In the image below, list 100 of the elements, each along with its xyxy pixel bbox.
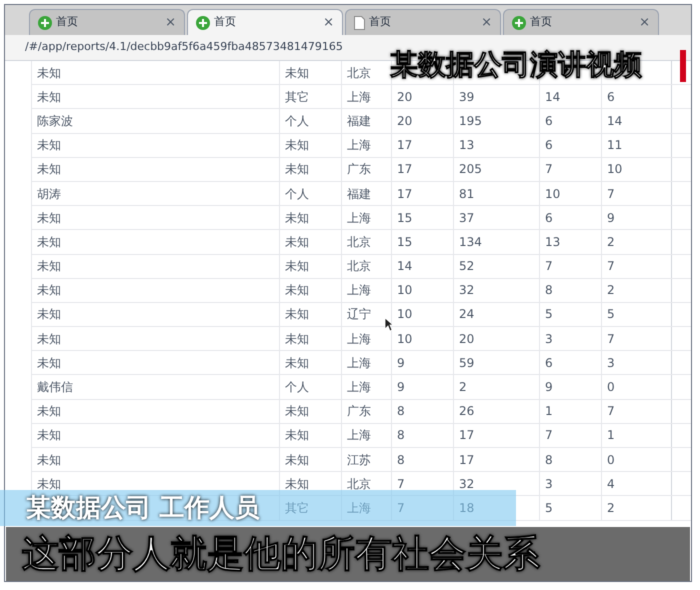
table-cell-text: 81 xyxy=(459,186,474,203)
table-cell-text: 未知 xyxy=(37,476,61,493)
table-cell-text: 17 xyxy=(397,161,412,178)
table-cell-text: 10 xyxy=(607,161,622,178)
table-cell-text: 7 xyxy=(545,258,553,276)
close-tab-button[interactable]: × xyxy=(481,12,492,32)
table-cell-text: 江苏 xyxy=(347,452,371,469)
plus-circle-icon xyxy=(512,16,526,30)
table-cell-text: 14 xyxy=(607,112,622,130)
table-cell-text: 17 xyxy=(459,427,474,444)
table-cell-text: 胡涛 xyxy=(37,186,61,203)
close-tab-button[interactable]: × xyxy=(639,12,650,32)
table-cell-text: 39 xyxy=(459,88,474,106)
table-cell-text: 个人 xyxy=(285,379,309,396)
table-cell-text: 32 xyxy=(459,476,474,493)
table-cell-text: 北京 xyxy=(347,476,371,493)
table-cell-text: 10 xyxy=(545,186,560,203)
table-cell-text: 1 xyxy=(545,403,553,420)
table-cell-text: 7 xyxy=(607,258,615,276)
table-cell-text: 北京 xyxy=(347,258,371,276)
table-cell-text: 3 xyxy=(545,476,553,493)
browser-tab[interactable]: 首页 × xyxy=(187,9,343,35)
table-cell-text: 未知 xyxy=(37,210,61,227)
table-cell-text: 7 xyxy=(397,500,405,517)
table-cell-text: 6 xyxy=(607,88,615,106)
table-cell-text: 2 xyxy=(607,282,615,300)
table-cell-text: 其它 xyxy=(285,88,309,106)
table-cell-text: 广东 xyxy=(347,403,371,420)
table-cell-text: 未知 xyxy=(285,258,309,276)
table-cell-text: 59 xyxy=(459,354,474,372)
close-tab-button[interactable]: × xyxy=(165,12,176,32)
table-cell-text: 未知 xyxy=(37,282,61,300)
table-cell-text: 未知 xyxy=(37,403,61,420)
table-cell-text: 戴伟信 xyxy=(37,379,73,396)
table-cell-text: 上海 xyxy=(347,210,371,227)
table-cell-text: 8 xyxy=(397,403,405,420)
table-cell-text: 15 xyxy=(397,234,412,251)
table-cell-text: 未知 xyxy=(37,161,61,178)
table-cell-text: 8 xyxy=(397,452,405,469)
table-cell-text: 20 xyxy=(459,330,474,348)
close-tab-button[interactable]: × xyxy=(323,12,334,32)
table-cell-text: 未知 xyxy=(285,476,309,493)
table-cell-text: 未知 xyxy=(37,64,61,82)
table-cell-text: 13 xyxy=(459,137,474,154)
speaker-caption: 某数据公司 工作人员 xyxy=(26,492,260,524)
table-cell-text: 未知 xyxy=(285,306,309,324)
browser-tab[interactable]: 首页 × xyxy=(503,9,659,35)
table-cell-text: 个人 xyxy=(285,112,309,130)
table-cell-text: 6 xyxy=(545,354,553,372)
table-cell-text: 未知 xyxy=(285,64,309,82)
table-cell-text: 7 xyxy=(545,427,553,444)
table-cell-text: 上海 xyxy=(347,379,371,396)
table-cell-text: 10 xyxy=(397,330,412,348)
browser-tab[interactable]: 首页 × xyxy=(29,9,185,35)
table-cell-text: 10 xyxy=(397,282,412,300)
table-cell-text: 3 xyxy=(607,354,615,372)
table-cell-text: 7 xyxy=(545,161,553,178)
table-cell-text: 2 xyxy=(459,379,467,396)
cursor-icon xyxy=(384,317,394,332)
table-cell-text: 13 xyxy=(545,234,560,251)
table-cell-text: 上海 xyxy=(347,137,371,154)
table-cell-text: 14 xyxy=(397,258,412,276)
table-cell-text: 上海 xyxy=(347,500,371,517)
table-cell-text: 9 xyxy=(397,354,405,372)
table-cell-text: 15 xyxy=(397,210,412,227)
table-cell-text: 9 xyxy=(545,379,553,396)
table-cell-text: 未知 xyxy=(285,354,309,372)
browser-tab[interactable]: 首页 × xyxy=(345,9,501,35)
table-cell-text: 其它 xyxy=(285,500,309,517)
table-cell-text: 7 xyxy=(607,186,615,203)
plus-circle-icon xyxy=(38,16,52,30)
table-cell-text: 2 xyxy=(607,234,615,251)
table-cell-text: 7 xyxy=(397,476,405,493)
table-cell-text: 8 xyxy=(545,282,553,300)
table-cell-text: 未知 xyxy=(285,452,309,469)
table-cell-text: 134 xyxy=(459,234,482,251)
table-cell-text: 6 xyxy=(545,210,553,227)
table-cell-text: 未知 xyxy=(285,234,309,251)
table-cell-text: 17 xyxy=(459,452,474,469)
table-cell-text: 个人 xyxy=(285,186,309,203)
table-cell-text: 未知 xyxy=(285,282,309,300)
table-cell-text: 未知 xyxy=(285,330,309,348)
table-cell-text: 未知 xyxy=(37,88,61,106)
table-cell-text: 11 xyxy=(607,137,622,154)
table-cell-text: 37 xyxy=(459,210,474,227)
table-cell-text: 5 xyxy=(545,306,553,324)
table-cell-text: 17 xyxy=(397,186,412,203)
table-cell-text: 陈家波 xyxy=(37,112,73,130)
table-cell-text: 6 xyxy=(545,137,553,154)
table-cell-text: 0 xyxy=(607,452,615,469)
table-cell-text: 未知 xyxy=(285,403,309,420)
table-cell-text: 未知 xyxy=(285,427,309,444)
caption-marker xyxy=(680,50,686,82)
table-cell-text: 北京 xyxy=(347,234,371,251)
table-cell-text: 8 xyxy=(545,452,553,469)
table-cell-text: 5 xyxy=(607,306,615,324)
table-cell-text: 未知 xyxy=(37,427,61,444)
table-cell-text: 未知 xyxy=(37,306,61,324)
table-cell-text: 7 xyxy=(607,403,615,420)
table-cell-text: 18 xyxy=(459,500,474,517)
